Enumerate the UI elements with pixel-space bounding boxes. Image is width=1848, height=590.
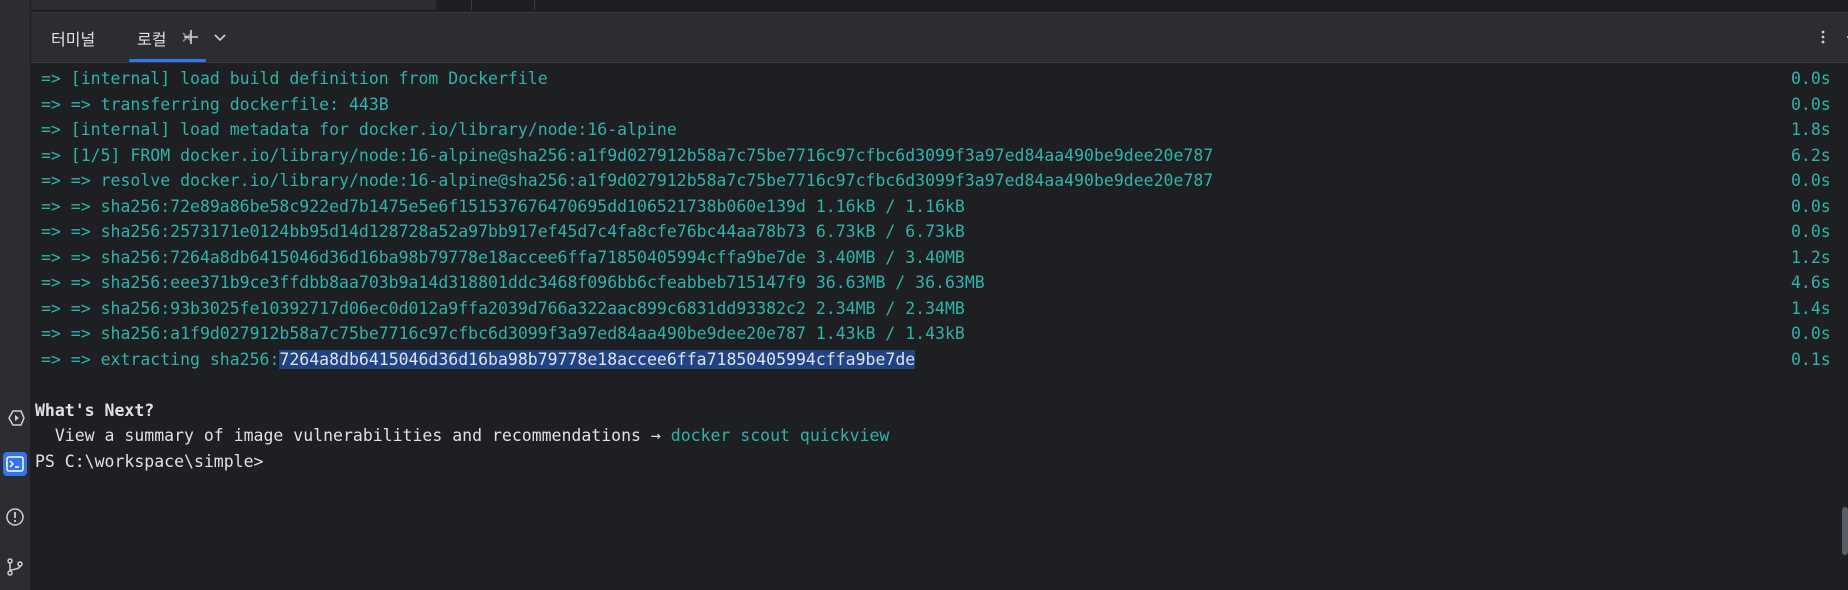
whats-next-line: View a summary of image vulnerabilities … <box>35 426 890 445</box>
tab-label: 터미널 <box>51 29 96 49</box>
more-vertical-icon[interactable] <box>1811 25 1835 49</box>
plus-icon[interactable] <box>179 25 203 49</box>
shell-prompt[interactable]: PS C:\workspace\simple> <box>35 451 263 473</box>
minimize-icon[interactable] <box>1841 25 1848 49</box>
terminal-tab-bar: 터미널 로컬 ✕ <box>31 13 1848 63</box>
terminal-icon[interactable] <box>3 452 27 476</box>
git-icon[interactable] <box>3 555 27 579</box>
tab-terminal[interactable]: 터미널 <box>51 13 95 62</box>
terminal-output[interactable]: => [internal] load build definition from… <box>35 63 1848 590</box>
selected-text[interactable]: 7264a8db6415046d36d16ba98b79778e18accee6… <box>279 350 916 369</box>
run-services-icon[interactable] <box>3 406 27 430</box>
scrollbar-thumb[interactable] <box>1842 507 1848 555</box>
active-tab-indicator <box>129 59 206 62</box>
chevron-down-icon[interactable] <box>208 25 232 49</box>
whats-next-heading: What's Next? <box>35 401 155 420</box>
extract-prefix: => => extracting sha256: <box>41 350 280 369</box>
docker-scout-command[interactable]: docker scout quickview <box>671 426 890 445</box>
tab-label: 로컬 <box>137 29 167 49</box>
tool-window-strip <box>0 0 31 590</box>
problems-icon[interactable] <box>3 505 27 529</box>
editor-top-strip <box>31 0 1848 13</box>
